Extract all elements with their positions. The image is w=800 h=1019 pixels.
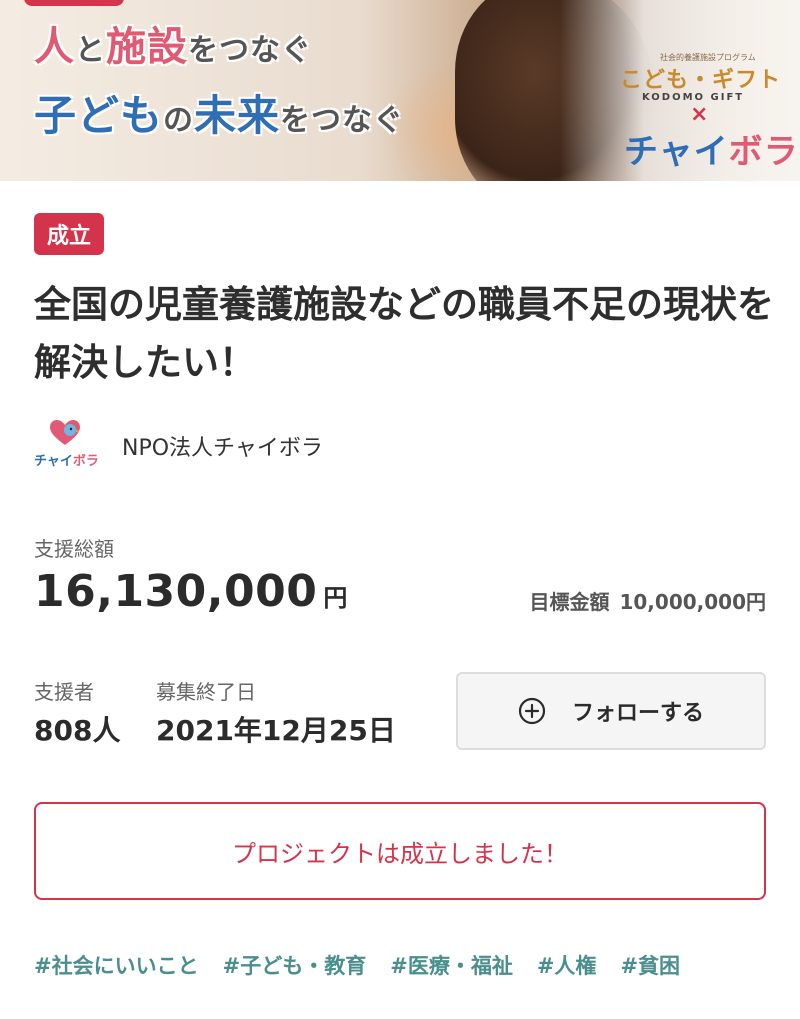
organization-logo-text-part2: ボラ: [72, 454, 99, 469]
project-page: 人と施設をつなぐ 子どもの未来をつなぐ 社会的養護施設プログラム こども・ギフト…: [0, 0, 800, 1019]
hero-banner: 人と施設をつなぐ 子どもの未来をつなぐ 社会的養護施設プログラム こども・ギフト…: [0, 0, 800, 181]
hero-partner-logo: 社会的養護施設プログラム こども・ギフト KODOMO GIFT × チャイボラ: [620, 52, 798, 172]
project-success-banner: プロジェクトは成立しました！: [34, 802, 766, 900]
goal-amount: 目標金額 10,000,000円: [529, 586, 766, 615]
tag-children-education[interactable]: #子ども・教育: [223, 950, 367, 980]
hero-word-connect-2: をつなぐ: [280, 103, 405, 138]
follow-button-label: フォローする: [571, 701, 704, 726]
hero-word-connect-1: をつなぐ: [188, 33, 312, 68]
project-title: 全国の児童養護施設などの職員不足の現状を解決したい！: [34, 283, 774, 384]
status-badge: 成立: [34, 213, 104, 255]
hero-word-facility: 施設: [106, 24, 188, 70]
chaibora-logo-part2: ボラ: [728, 132, 799, 172]
organization-logo-text: チャイボラ: [34, 450, 99, 469]
hero-headline-line2: 子どもの未来をつなぐ: [34, 82, 404, 143]
hero-word-children: 子ども: [34, 91, 164, 140]
kodomo-gift-logo: こども・ギフト: [620, 68, 782, 93]
currency-unit: 円: [323, 584, 348, 612]
tag-social-good[interactable]: #社会にいいこと: [34, 950, 199, 980]
chaibora-logo: チャイボラ: [624, 124, 799, 173]
end-date-label: 募集終了日: [156, 680, 256, 704]
plus-circle-icon: [518, 697, 546, 725]
chaibora-logo-part1: チャイ: [624, 132, 729, 172]
tag-list: #社会にいいこと #子ども・教育 #医療・福祉 #人権 #貧困: [34, 950, 680, 980]
total-amount: 16,130,000 円: [34, 566, 347, 617]
tag-medical-welfare[interactable]: #医療・福祉: [390, 950, 513, 980]
tag-poverty[interactable]: #貧困: [620, 950, 680, 980]
organization-logo: チャイボラ: [34, 420, 99, 472]
hero-headline-line1: 人と施設をつなぐ: [34, 14, 312, 72]
organization-link[interactable]: チャイボラ NPO法人チャイボラ: [34, 420, 323, 472]
hero-top-tab: [24, 0, 124, 6]
hero-word-people: 人: [34, 24, 75, 70]
goal-amount-value: 10,000,000円: [619, 590, 766, 614]
follow-button[interactable]: フォローする: [456, 672, 766, 750]
total-amount-value: 16,130,000: [34, 566, 318, 617]
heart-bird-icon: [50, 420, 80, 445]
supporters-count: 808人: [34, 714, 121, 747]
organization-logo-text-part1: チャイ: [34, 454, 73, 469]
total-amount-label: 支援総額: [34, 537, 114, 561]
supporters-label: 支援者: [34, 680, 94, 704]
goal-amount-label: 目標金額: [529, 590, 610, 614]
organization-name[interactable]: NPO法人チャイボラ: [122, 430, 323, 462]
hero-word-future: 未来: [194, 91, 281, 140]
hero-word-no: の: [163, 103, 195, 138]
tag-human-rights[interactable]: #人権: [537, 950, 597, 980]
project-success-message: プロジェクトは成立しました！: [232, 839, 568, 868]
hero-word-to: と: [75, 33, 106, 68]
end-date-value: 2021年12月25日: [156, 714, 396, 747]
